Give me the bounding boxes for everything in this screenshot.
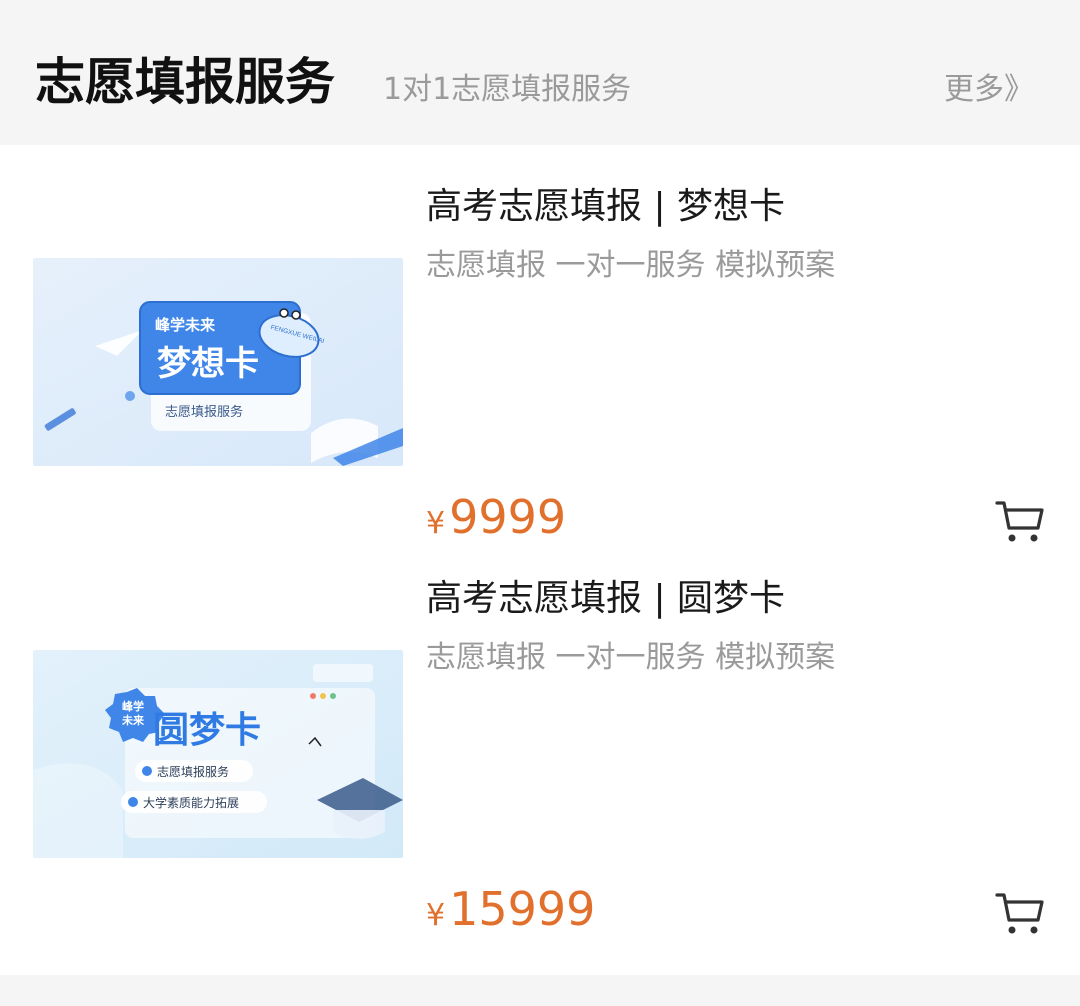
- product-image-dream-card[interactable]: 峰学未来 梦想卡 FENGXUE WEILAI 志愿填报服务: [33, 258, 403, 466]
- svg-text:峰学: 峰学: [122, 699, 144, 713]
- image-card-name: 梦想卡: [157, 345, 259, 383]
- section-title: 志愿填报服务: [35, 53, 335, 111]
- product-desc: 志愿填报 一对一服务 模拟预案: [426, 248, 836, 283]
- price-value: 9999: [449, 490, 567, 544]
- section-header: 志愿填报服务 1对1志愿填报服务 更多》: [0, 0, 1080, 145]
- dream-card-illustration: 峰学未来 梦想卡 FENGXUE WEILAI 志愿填报服务: [33, 258, 403, 466]
- more-link[interactable]: 更多》: [944, 70, 1034, 110]
- image-brand-text: 峰学未来: [155, 316, 216, 334]
- product-item[interactable]: 峰学 未来 圆梦卡 志愿填报服务 大学素质能力拓展 高考志愿填报 | 圆梦卡 志…: [0, 537, 1080, 935]
- image-card-name: 圆梦卡: [153, 709, 261, 750]
- image-feature-1: 志愿填报服务: [157, 764, 229, 779]
- add-to-cart-button[interactable]: [994, 890, 1046, 936]
- product-list: 峰学未来 梦想卡 FENGXUE WEILAI 志愿填报服务 高考志愿填报 | …: [0, 145, 1080, 975]
- product-title[interactable]: 高考志愿填报 | 圆梦卡: [426, 575, 785, 623]
- bottom-spacer: [0, 975, 1080, 1006]
- cart-icon: [995, 893, 1044, 934]
- product-item[interactable]: 峰学未来 梦想卡 FENGXUE WEILAI 志愿填报服务 高考志愿填报 | …: [0, 145, 1080, 543]
- product-image-dream-come-true-card[interactable]: 峰学 未来 圆梦卡 志愿填报服务 大学素质能力拓展: [33, 650, 403, 858]
- product-desc: 志愿填报 一对一服务 模拟预案: [426, 640, 836, 675]
- price-value: 15999: [449, 882, 596, 936]
- image-feature-2: 大学素质能力拓展: [143, 795, 239, 810]
- dream-come-true-card-illustration: 峰学 未来 圆梦卡 志愿填报服务 大学素质能力拓展: [33, 650, 403, 858]
- currency-symbol: ¥: [426, 898, 446, 933]
- image-caption: 志愿填报服务: [165, 404, 243, 419]
- currency-symbol: ¥: [426, 506, 446, 541]
- svg-text:未来: 未来: [121, 713, 145, 727]
- section-subtitle: 1对1志愿填报服务: [383, 72, 632, 107]
- product-title[interactable]: 高考志愿填报 | 梦想卡: [426, 183, 785, 231]
- product-price: ¥15999: [426, 883, 595, 946]
